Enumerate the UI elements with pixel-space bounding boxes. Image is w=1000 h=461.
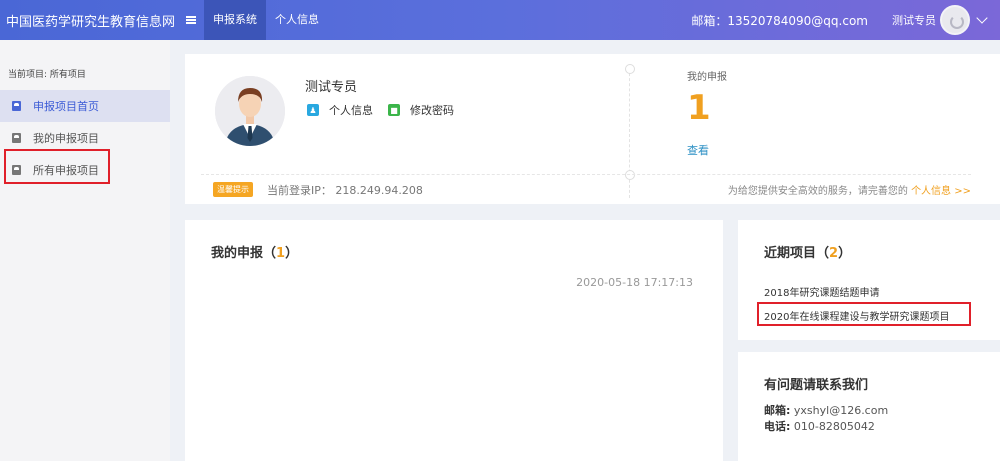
view-link[interactable]: 查看 [687, 142, 709, 158]
divider-dot [625, 64, 635, 74]
personal-info-link-label: 个人信息 [329, 104, 373, 117]
header-email: 邮箱：13520784090@qq.com [691, 13, 868, 28]
personal-info-link[interactable]: ♟ 个人信息 [307, 102, 373, 118]
my-applications-title-text: 我的申报 [211, 246, 264, 261]
sidebar-item-label: 我的申报项目 [33, 132, 99, 145]
nav-application-system[interactable]: 申报系统 [204, 0, 266, 40]
profile-avatar [215, 76, 285, 146]
recent-projects-title-count: 2 [829, 246, 839, 261]
top-nav: 申报系统 个人信息 [204, 0, 328, 40]
document-icon [12, 133, 21, 143]
recent-projects-title-text: 近期项目 [764, 246, 817, 261]
my-applications-title: 我的申报（1） [211, 246, 299, 261]
menu-icon[interactable] [178, 0, 204, 40]
login-ip: 当前登录IP： 218.249.94.208 [267, 183, 423, 197]
contact-phone-value: 010-82805042 [793, 420, 875, 433]
sidebar: 当前项目: 所有项目 申报项目首页 我的申报项目 所有申报项目 [0, 40, 170, 461]
tip-message: 为给您提供安全高效的服务，请完善您的 个人信息 >> [728, 182, 971, 197]
recent-project-item[interactable]: 2018年研究课题结题申请 [764, 284, 879, 299]
sidebar-item-application-home[interactable]: 申报项目首页 [0, 90, 170, 122]
contact-email: 邮箱: yxshyl@126.com [764, 402, 888, 418]
my-applications-title-count: 1 [276, 246, 286, 261]
sidebar-item-label: 申报项目首页 [33, 100, 99, 113]
tip-bar: 温馨提示 当前登录IP： 218.249.94.208 为给您提供安全高效的服务… [201, 174, 971, 204]
highlight-box-online-course-project [757, 302, 971, 326]
chevron-down-icon[interactable] [976, 12, 988, 24]
profile-name: 测试专员 [305, 80, 358, 95]
site-brand[interactable]: 中国医药学研究生教育信息网 [0, 11, 178, 30]
application-date: 2020-05-18 17:17:13 [576, 276, 693, 289]
contact-email-value: yxshyl@126.com [793, 404, 889, 417]
contact-phone: 电话: 010-82805042 [764, 418, 875, 434]
change-password-link[interactable]: ■ 修改密码 [388, 102, 454, 118]
tip-message-text: 为给您提供安全高效的服务，请完善您的 [727, 186, 908, 197]
change-password-link-label: 修改密码 [410, 104, 454, 117]
highlight-box-all-applications [4, 149, 110, 184]
recent-projects-title: 近期项目（2） [764, 246, 852, 261]
contact-phone-label: 电话: [764, 420, 791, 433]
my-applications-card: 我的申报（1） 2020-05-18 17:17:13 [185, 220, 723, 461]
tip-badge: 温馨提示 [213, 182, 253, 197]
user-icon: ♟ [307, 104, 319, 116]
user-avatar[interactable] [940, 5, 970, 35]
contact-email-label: 邮箱: [764, 404, 791, 417]
header-user-name[interactable]: 测试专员 [892, 12, 936, 28]
document-icon [12, 101, 21, 111]
profile-card: 测试专员 ♟ 个人信息 ■ 修改密码 我的申报 1 查看 温馨提示 当前登录IP… [185, 54, 1000, 204]
my-applications-count: 1 [687, 88, 711, 128]
current-project-label: 当前项目: 所有项目 [8, 70, 86, 80]
contact-card: 有问题请联系我们 邮箱: yxshyl@126.com 电话: 010-8280… [738, 352, 1000, 461]
tip-personal-info-link[interactable]: 个人信息 >> [911, 186, 971, 197]
lock-icon: ■ [388, 104, 400, 116]
my-applications-label: 我的申报 [687, 72, 727, 83]
nav-personal-info[interactable]: 个人信息 [266, 0, 328, 40]
top-bar: 中国医药学研究生教育信息网 申报系统 个人信息 邮箱：13520784090@q… [0, 0, 1000, 40]
contact-title: 有问题请联系我们 [764, 378, 869, 393]
